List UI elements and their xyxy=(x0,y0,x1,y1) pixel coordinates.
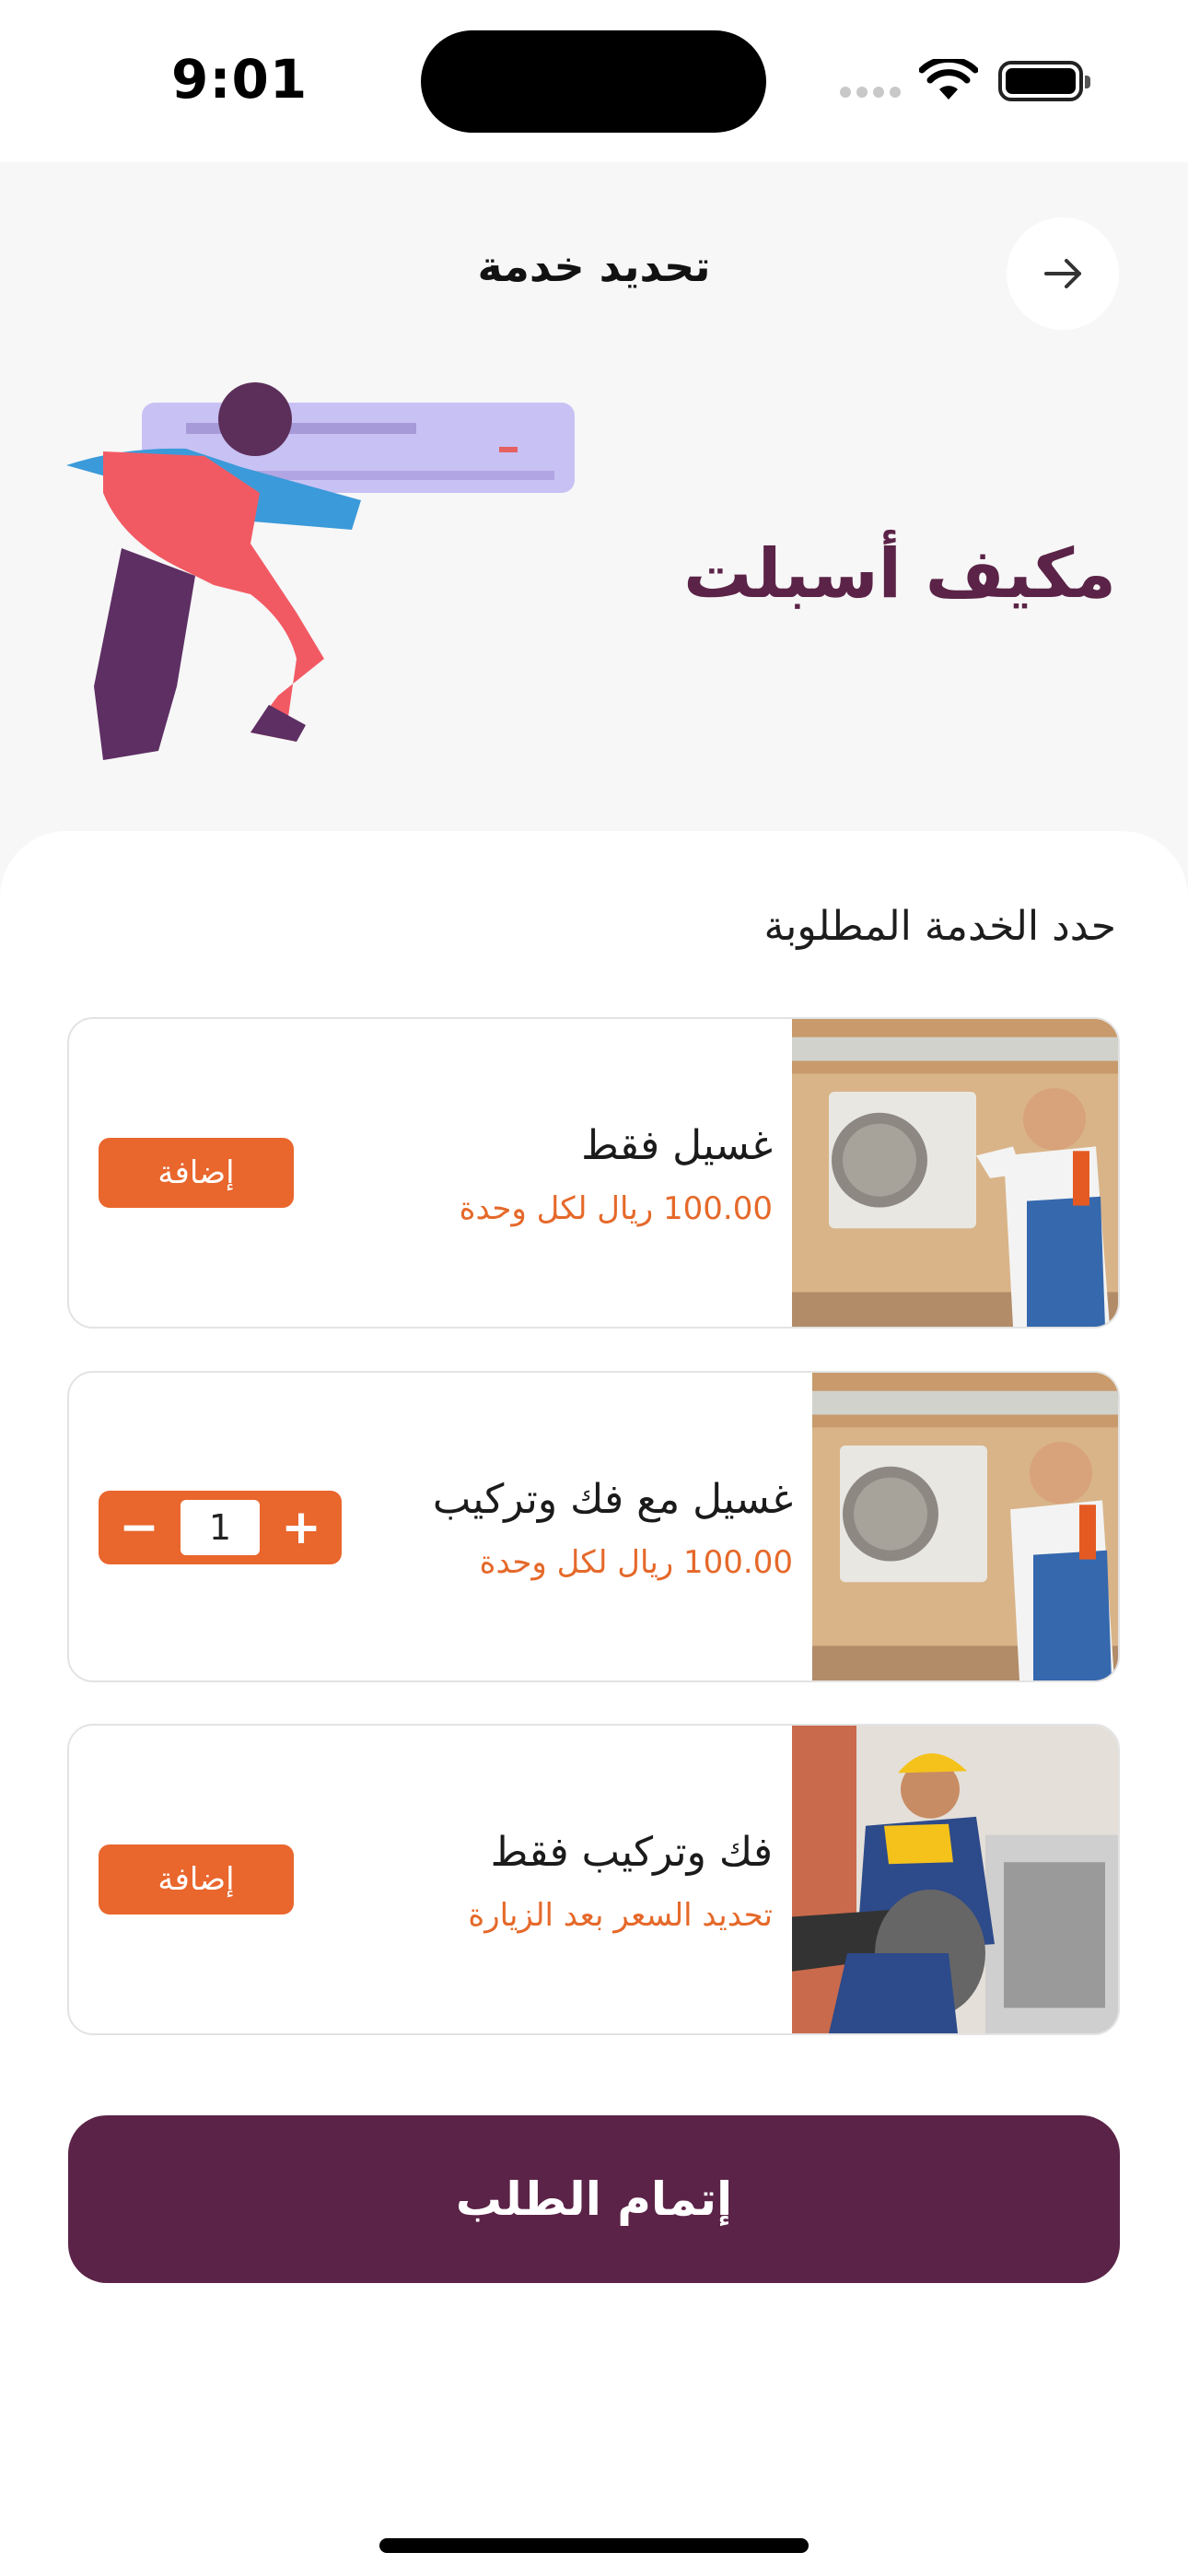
service-price: 100.00 ريال لكل وحدة xyxy=(479,1544,793,1581)
service-price: 100.00 ريال لكل وحدة xyxy=(459,1190,773,1227)
service-name: غسيل فقط xyxy=(581,1122,773,1169)
status-time: 9:01 xyxy=(171,48,309,111)
service-card-wash-with-install[interactable]: غسيل مع فك وتركيب 100.00 ريال لكل وحدة −… xyxy=(67,1371,1120,1682)
section-title: حدد الخدمة المطلوبة xyxy=(763,903,1116,950)
quantity-stepper[interactable]: − 1 + xyxy=(99,1491,342,1564)
wifi-icon xyxy=(919,59,978,100)
dynamic-island xyxy=(421,30,766,133)
service-card-install-only[interactable]: فك وتركيب فقط تحديد السعر بعد الزيارة إض… xyxy=(67,1724,1120,2035)
add-button[interactable]: إضافة xyxy=(99,1138,294,1208)
service-name: غسيل مع فك وتركيب xyxy=(432,1476,793,1523)
increment-button[interactable]: + xyxy=(275,1502,327,1553)
service-name: فك وتركيب فقط xyxy=(490,1829,773,1876)
battery-icon xyxy=(998,61,1090,101)
page-title: تحديد خدمة xyxy=(477,241,711,291)
category-title: مكيف أسبلت xyxy=(683,534,1116,614)
ac-technician-photo xyxy=(792,1019,1118,1327)
cellular-signal-icon xyxy=(840,87,903,98)
home-indicator xyxy=(379,2538,809,2553)
add-button[interactable]: إضافة xyxy=(99,1844,294,1914)
service-price: تحديد السعر بعد الزيارة xyxy=(468,1897,773,1934)
quantity-value[interactable]: 1 xyxy=(181,1500,260,1555)
ac-technician-photo xyxy=(812,1373,1118,1680)
decrement-button[interactable]: − xyxy=(113,1502,165,1553)
technician-carrying-ac-illustration xyxy=(66,382,575,760)
complete-order-button[interactable]: إتمام الطلب xyxy=(68,2115,1120,2283)
status-bar: 9:01 xyxy=(0,0,1188,162)
service-card-wash-only[interactable]: غسيل فقط 100.00 ريال لكل وحدة إضافة xyxy=(67,1017,1120,1329)
ac-installer-photo xyxy=(792,1726,1118,2033)
